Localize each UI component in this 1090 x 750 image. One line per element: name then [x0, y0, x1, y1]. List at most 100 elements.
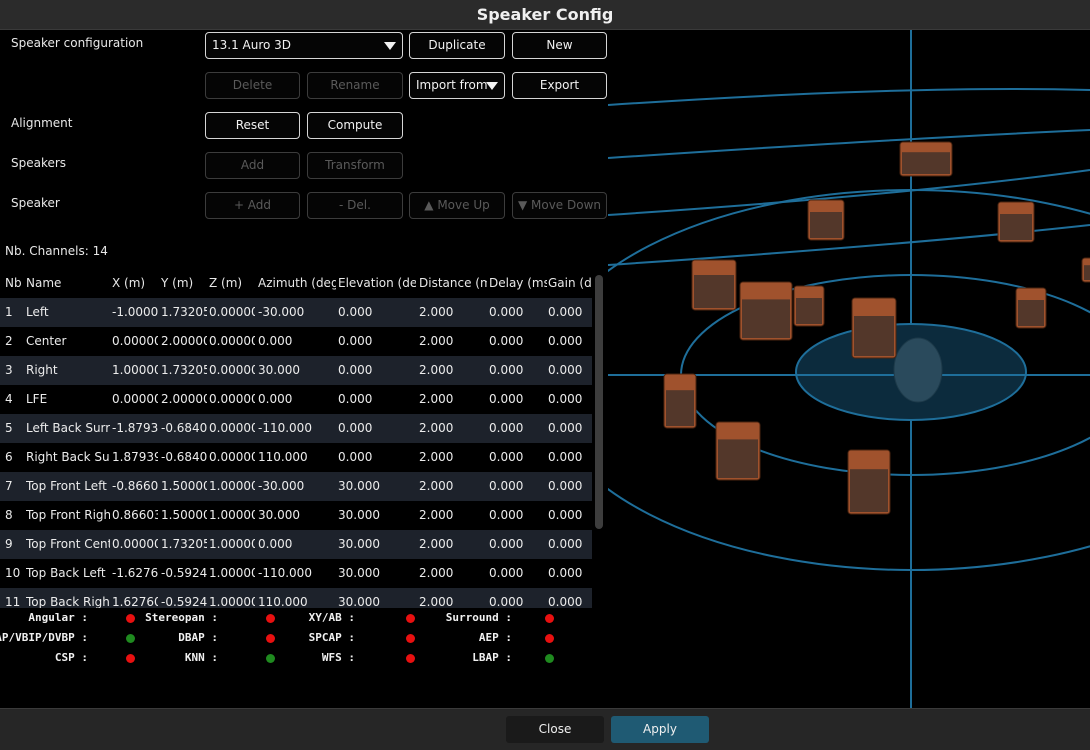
column-header[interactable]: X (m)	[112, 276, 158, 290]
delete-button[interactable]: Delete	[205, 72, 300, 99]
table-cell: Top Front Center	[26, 537, 110, 551]
table-row[interactable]: 4 LFE 0.00000 2.00000 0.00000 0.000 0.000 2.000…	[0, 385, 592, 414]
status-indicator-icon	[406, 654, 415, 663]
column-header[interactable]: Y (m)	[161, 276, 207, 290]
delete-speaker-button[interactable]: - Del.	[307, 192, 403, 219]
table-cell: 2.000	[419, 508, 454, 522]
table-cell: 0.000	[338, 450, 373, 464]
preset-select[interactable]: 13.1 Auro 3D	[205, 32, 403, 59]
table-cell: 0.000	[489, 595, 524, 608]
column-header[interactable]: Name	[26, 276, 110, 290]
table-row[interactable]: 3 Right 1.00000 1.73205 0.00000 30.000 0.000 2.…	[0, 356, 592, 385]
table-cell: 2	[5, 334, 13, 348]
table-cell: 2.000	[419, 566, 454, 580]
add-speaker-button[interactable]: + Add	[205, 192, 300, 219]
column-header[interactable]: Azimuth (deg)	[258, 276, 336, 290]
move-down-button[interactable]: ▼ Move Down	[512, 192, 607, 219]
table-cell: 1.00000	[209, 508, 255, 522]
column-header[interactable]: Nb	[5, 276, 25, 290]
algorithm-status-label: XY/AB :	[308, 611, 355, 624]
status-indicator-icon	[126, 634, 135, 643]
table-header: Nb Name X (m) Y (m) Z (m) Azimuth (deg) …	[0, 268, 592, 298]
close-button[interactable]: Close	[506, 716, 604, 743]
table-row[interactable]: 9Top Front Center0.000001.732051.000000.…	[0, 530, 592, 559]
column-header[interactable]: Elevation (deg)	[338, 276, 416, 290]
table-cell: 0.000	[489, 566, 524, 580]
table-cell: 0.000	[338, 363, 373, 377]
table-cell: 11	[5, 595, 21, 608]
table-row[interactable]: 1 Left -1.000001.732050.00000-30.000 0.000 2…	[0, 298, 592, 327]
table-cell: -0.59240	[161, 595, 207, 608]
table-cell: 0.00000	[209, 392, 255, 406]
table-cell: 1.00000	[209, 537, 255, 551]
table-row[interactable]: 2 Center 0.00000 2.00000 0.00000 0.000 0.000 2.…	[0, 327, 592, 356]
table-row[interactable]: 7 Top Front Left -0.866031.500001.00000-30…	[0, 472, 592, 501]
table-cell: 0.000	[548, 479, 583, 493]
new-button[interactable]: New	[512, 32, 607, 59]
algorithm-status-label: LBAP :	[472, 651, 512, 664]
move-up-button[interactable]: ▲ Move Up	[409, 192, 505, 219]
column-header[interactable]: Distance (m)	[419, 276, 487, 290]
speaker-body-shade	[694, 275, 734, 308]
column-header[interactable]: Z (m)	[209, 276, 255, 290]
column-header[interactable]: Gain (dB)	[548, 276, 592, 290]
table-cell: Left	[26, 305, 49, 319]
table-scrollbar[interactable]	[595, 275, 603, 607]
table-cell: 110.000	[258, 595, 308, 608]
table-cell: 0.000	[548, 595, 583, 608]
speaker-label: Speaker	[11, 196, 60, 210]
table-cell: 2.000	[419, 421, 454, 435]
channel-count: Nb. Channels: 14	[5, 244, 108, 258]
table-cell: 0.000	[548, 508, 583, 522]
table-cell: 1.62760	[112, 595, 158, 608]
table-cell: 7	[5, 479, 13, 493]
apply-button[interactable]: Apply	[611, 716, 709, 743]
table-cell: 0.00000	[112, 392, 158, 406]
import-from-select[interactable]: Import from	[409, 72, 505, 99]
algorithm-status-label: CSP :	[54, 651, 88, 664]
speaker-body-shade	[1000, 214, 1032, 240]
status-indicator-icon	[545, 614, 554, 623]
status-indicator-icon	[126, 654, 135, 663]
status-indicator-icon	[545, 654, 554, 663]
table-row[interactable]: 8 Top Front Right 0.86603 1.50000 1.00000 30.…	[0, 501, 592, 530]
table-cell: 6	[5, 450, 13, 464]
algorithm-status-label: Surround :	[445, 611, 512, 624]
transform-button[interactable]: Transform	[307, 152, 403, 179]
chevron-down-icon	[384, 42, 396, 50]
table-cell: Top Front Left	[26, 479, 107, 493]
speaker-3d-viewport[interactable]	[540, 30, 1090, 708]
table-row[interactable]: 6Right Back Surround1.87939-0.684040.000…	[0, 443, 592, 472]
table-cell: 0.000	[489, 508, 524, 522]
table-cell: 0.000	[548, 363, 583, 377]
table-cell: -0.68404	[161, 421, 207, 435]
table-cell: 0.86603	[112, 508, 158, 522]
table-row[interactable]: 10 Top Back Left -1.62760-0.592401.00000-1…	[0, 559, 592, 588]
column-header[interactable]: Delay (ms)	[489, 276, 547, 290]
table-cell: Top Back Left	[26, 566, 106, 580]
table-cell: 0.000	[548, 305, 583, 319]
table-cell: 0.000	[548, 566, 583, 580]
add-speakers-button[interactable]: Add	[205, 152, 300, 179]
table-cell: 0.000	[338, 305, 373, 319]
table-cell: 0.000	[548, 537, 583, 551]
rename-button[interactable]: Rename	[307, 72, 403, 99]
table-cell: 0.000	[548, 421, 583, 435]
duplicate-button[interactable]: Duplicate	[409, 32, 505, 59]
table-cell: Top Front Right	[26, 508, 110, 522]
table-row[interactable]: 5Left Back Surround-1.87939-0.684040.000…	[0, 414, 592, 443]
import-from-label: Import from	[416, 78, 488, 92]
table-cell: -1.87939	[112, 421, 158, 435]
table-cell: 1.73205	[161, 363, 207, 377]
table-cell: -30.000	[258, 479, 305, 493]
table-cell: 1.00000	[209, 566, 255, 580]
table-cell: 0.00000	[209, 334, 255, 348]
table-cell: 1.00000	[209, 479, 255, 493]
compute-button[interactable]: Compute	[307, 112, 403, 139]
scrollbar-thumb[interactable]	[595, 275, 603, 529]
table-row[interactable]: 11 Top Back Right1.62760-0.592401.0000011…	[0, 588, 592, 608]
export-button[interactable]: Export	[512, 72, 607, 99]
table-cell: 1.50000	[161, 479, 207, 493]
speaker-configuration-label: Speaker configuration	[11, 36, 144, 50]
reset-button[interactable]: Reset	[205, 112, 300, 139]
